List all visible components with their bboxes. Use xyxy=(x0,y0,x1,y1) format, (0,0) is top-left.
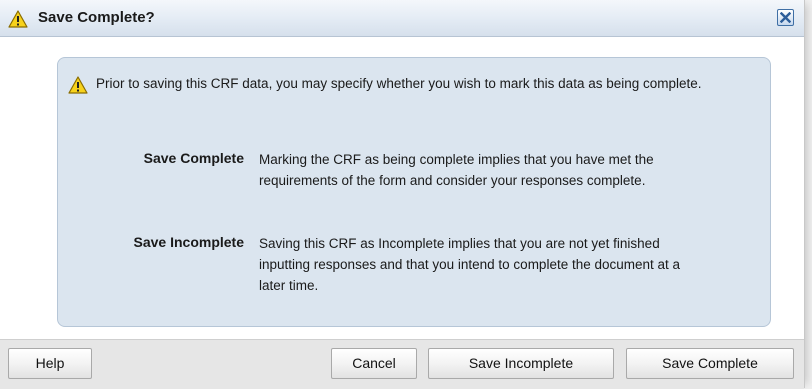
close-icon xyxy=(780,12,791,23)
warning-icon xyxy=(8,10,28,28)
description-save-incomplete: Saving this CRF as Incomplete implies th… xyxy=(259,236,681,293)
term-save-complete: Save Complete xyxy=(143,150,244,166)
help-button[interactable]: Help xyxy=(8,348,92,379)
term-save-incomplete: Save Incomplete xyxy=(133,234,245,250)
save-complete-button[interactable]: Save Complete xyxy=(626,348,794,379)
warning-icon xyxy=(68,76,88,94)
description-save-complete: Marking the CRF as being complete implie… xyxy=(259,152,654,188)
save-complete-dialog: Save Complete? Prior to saving this CRF … xyxy=(0,0,805,389)
info-panel: Prior to saving this CRF data, you may s… xyxy=(57,57,771,327)
intro-text: Prior to saving this CRF data, you may s… xyxy=(96,76,702,91)
dialog-footer: Help Cancel Save Incomplete Save Complet… xyxy=(0,339,804,389)
close-button[interactable] xyxy=(777,9,794,26)
cancel-button[interactable]: Cancel xyxy=(331,348,417,379)
save-incomplete-button[interactable]: Save Incomplete xyxy=(428,348,614,379)
dialog-titlebar: Save Complete? xyxy=(0,0,804,37)
dialog-title: Save Complete? xyxy=(38,9,155,26)
